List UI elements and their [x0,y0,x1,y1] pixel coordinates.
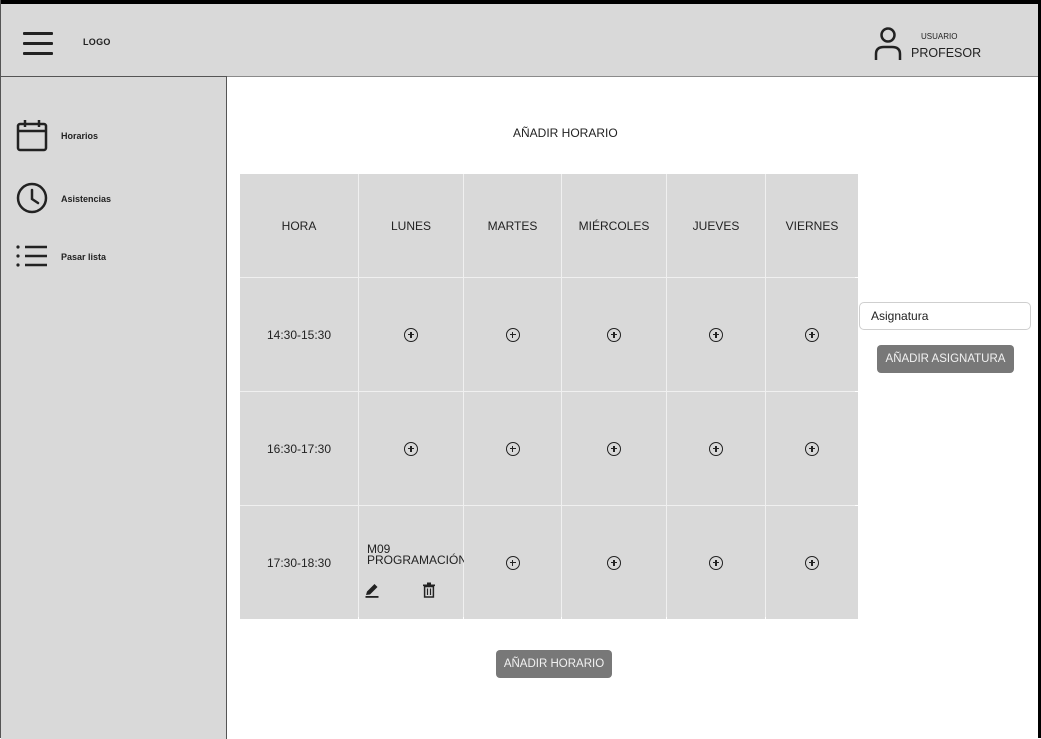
column-header-hora: HORA [240,174,358,277]
add-circle-icon[interactable] [505,327,520,342]
add-circle-icon[interactable] [709,327,723,342]
add-circle-icon[interactable] [404,327,418,342]
time-cell: 16:30-17:30 [240,392,358,505]
trash-icon[interactable] [422,582,436,598]
add-circle-icon[interactable] [805,441,819,456]
hamburger-menu-icon[interactable] [23,32,53,56]
edit-icon[interactable] [364,582,380,598]
table-cell [667,506,765,619]
subject-input[interactable] [859,302,1031,330]
column-header-jueves: JUEVES [667,174,765,277]
schedule-table: HORA LUNES MARTES MIÉRCOLES JUEVES VIERN… [240,174,858,619]
add-circle-icon[interactable] [505,441,520,456]
list-icon [16,245,47,267]
add-circle-icon[interactable] [404,441,418,456]
sidebar-item-pasar-lista[interactable]: Pasar lista [15,240,215,276]
user-label: USUARIO [921,32,958,41]
table-cell [766,278,858,391]
table-cell [562,392,666,505]
time-cell: 14:30-15:30 [240,278,358,391]
user-icon[interactable] [873,27,903,61]
sidebar-item-horarios[interactable]: Horarios [15,118,215,154]
calendar-icon [16,120,48,152]
user-role: PROFESOR [911,46,982,60]
add-circle-icon[interactable] [505,555,520,570]
column-header-miercoles: MIÉRCOLES [562,174,666,277]
table-cell [667,278,765,391]
add-circle-icon[interactable] [607,441,621,456]
add-schedule-button[interactable]: AÑADIR HORARIO [496,650,612,678]
page-title: AÑADIR HORARIO [513,126,618,140]
table-cell [667,392,765,505]
add-circle-icon[interactable] [607,327,621,342]
sidebar-item-label: Pasar lista [61,252,107,262]
course-cell: M09 PROGRAMACIÓN [359,506,467,619]
clock-icon [16,182,48,214]
table-cell [766,392,858,505]
table-cell [562,278,666,391]
table-cell [464,278,561,391]
sidebar-item-label: Horarios [61,131,99,141]
table-cell [464,392,561,505]
course-name: M09 PROGRAMACIÓN [367,542,468,567]
column-header-lunes: LUNES [359,174,463,277]
add-subject-button[interactable]: AÑADIR ASIGNATURA [877,345,1014,373]
column-header-viernes: VIERNES [766,174,858,277]
add-circle-icon[interactable] [805,555,819,570]
sidebar-item-label: Asistencias [61,194,112,204]
add-circle-icon[interactable] [805,327,819,342]
time-cell: 17:30-18:30 [240,506,358,619]
column-header-martes: MARTES [464,174,561,277]
add-circle-icon[interactable] [709,441,723,456]
add-circle-icon[interactable] [709,555,723,570]
table-cell [766,506,858,619]
table-cell [562,506,666,619]
table-cell [359,392,463,505]
sidebar: Horarios Asistencias Pasar lista [1,76,227,739]
logo: LOGO [83,37,111,47]
table-cell [359,278,463,391]
top-header: LOGO USUARIO PROFESOR [1,4,1038,77]
add-circle-icon[interactable] [607,555,621,570]
sidebar-item-asistencias[interactable]: Asistencias [15,181,215,217]
table-cell [464,506,561,619]
